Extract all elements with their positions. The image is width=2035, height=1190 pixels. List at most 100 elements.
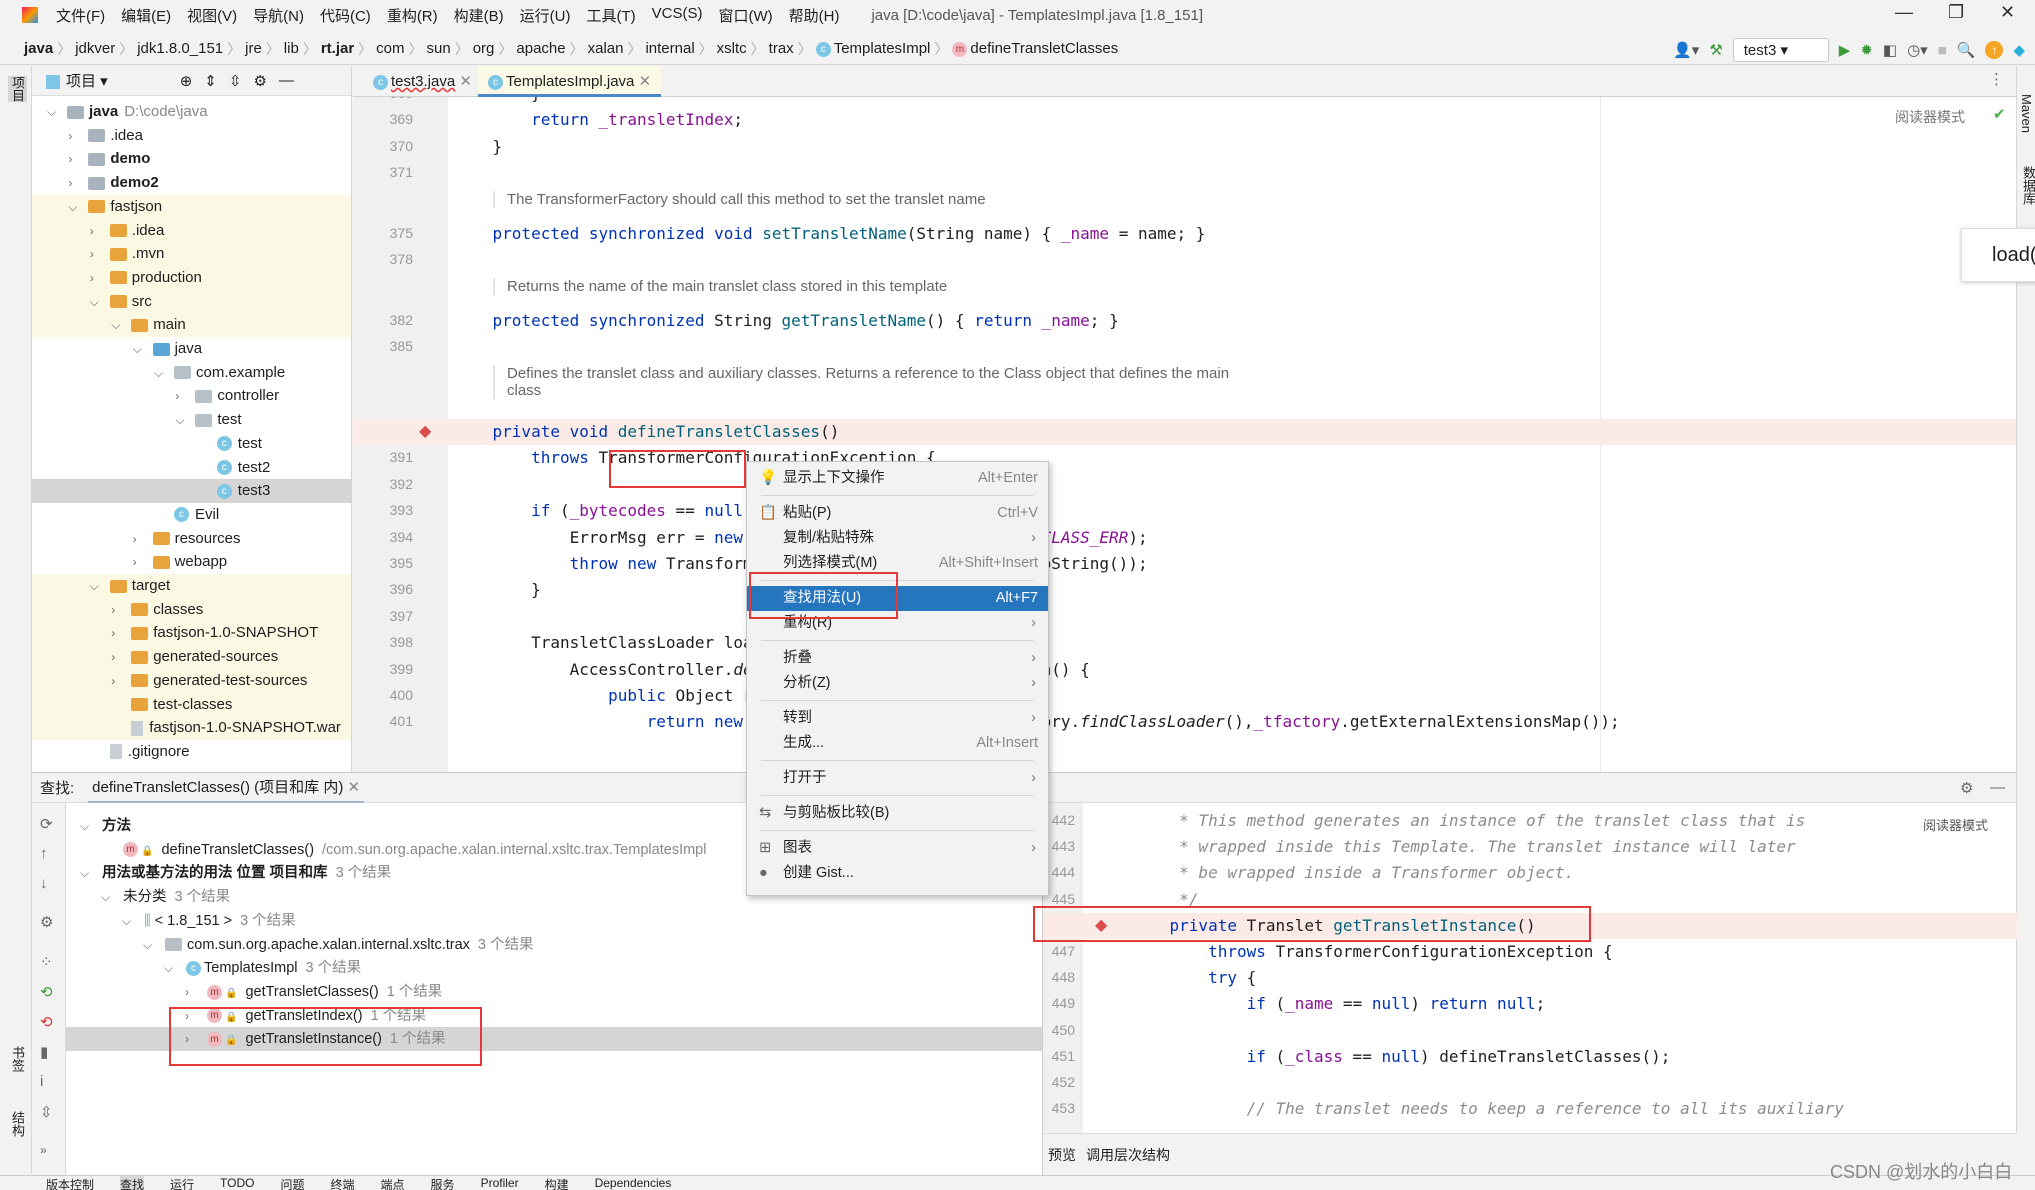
tree-item[interactable]: › .idea: [32, 218, 351, 243]
tab-test3-java[interactable]: c test3.java ✕: [363, 66, 482, 97]
chevron-right-icon[interactable]: ›: [68, 171, 72, 195]
chevron-down-icon[interactable]: ⌵: [90, 574, 99, 598]
chevron-down-icon[interactable]: ⌵: [80, 861, 89, 885]
project-view-select[interactable]: 项目 ▾: [46, 70, 108, 91]
coverage-icon[interactable]: ◧: [1883, 41, 1897, 59]
context-menu-item[interactable]: 折叠 ›: [747, 646, 1048, 671]
chevron-right-icon[interactable]: ›: [111, 669, 115, 693]
menu-item[interactable]: 重构(R): [379, 5, 446, 26]
tool-window-button[interactable]: 服务: [431, 1176, 455, 1190]
tab-call-hierarchy[interactable]: 调用层次结构: [1086, 1145, 1170, 1165]
restore-icon[interactable]: ❐: [1948, 2, 1964, 23]
tree-item[interactable]: › demo: [32, 147, 351, 171]
menu-item[interactable]: 窗口(W): [710, 5, 780, 26]
tree-item[interactable]: › generated-test-sources: [32, 668, 351, 693]
breadcrumb-item[interactable]: com: [372, 40, 408, 57]
bookmarks-tool-button[interactable]: 书签: [8, 1046, 27, 1072]
next-occurrence-icon[interactable]: ↓: [40, 875, 48, 892]
project-tool-button[interactable]: 项目: [8, 76, 27, 102]
tool-window-button[interactable]: 终端: [331, 1176, 355, 1190]
chevron-right-icon[interactable]: ›: [68, 147, 72, 171]
breadcrumb-item[interactable]: apache: [512, 40, 569, 57]
tree-item[interactable]: ⌵ main: [32, 313, 351, 338]
chevron-down-icon[interactable]: ⌵: [133, 337, 142, 361]
close-icon[interactable]: ✕: [2000, 2, 2015, 23]
chevron-down-icon[interactable]: ⌵: [164, 956, 173, 980]
find-result-row[interactable]: ⌵ c TemplatesImpl 3 个结果: [66, 956, 1075, 980]
chevron-right-icon[interactable]: ›: [68, 124, 72, 148]
usages-write-icon[interactable]: ⟲: [40, 1013, 53, 1031]
menu-item[interactable]: 构建(B): [446, 5, 512, 26]
reader-mode-toggle[interactable]: 阅读器模式: [1895, 107, 1965, 127]
tree-item[interactable]: ⌵ fastjson: [32, 194, 351, 219]
context-menu-item[interactable]: 打开于 ›: [747, 766, 1048, 791]
breadcrumb-item[interactable]: jdk1.8.0_151: [133, 40, 227, 57]
code-editor[interactable]: 3683693703713753783823853903913923933943…: [353, 97, 2016, 772]
group-by-file-icon[interactable]: ▮: [40, 1043, 48, 1061]
breadcrumb-item[interactable]: trax: [765, 40, 798, 57]
hide-panel-icon[interactable]: —: [1990, 779, 2005, 796]
breadcrumb-item[interactable]: jre: [241, 40, 266, 57]
build-hammer-icon[interactable]: ⚒: [1709, 41, 1722, 59]
settings-icon[interactable]: ⚙: [40, 913, 53, 931]
gear-icon[interactable]: ⚙: [1960, 779, 1973, 797]
chevron-right-icon[interactable]: ›: [90, 266, 94, 290]
menu-item[interactable]: 工具(T): [578, 5, 643, 26]
menu-item[interactable]: 导航(N): [245, 5, 312, 26]
breakpoint-icon[interactable]: ◆: [419, 421, 431, 441]
tree-item[interactable]: › .mvn: [32, 242, 351, 267]
context-menu-item[interactable]: ⊞ 图表 ›: [747, 836, 1048, 861]
tree-item[interactable]: ⌵ java: [32, 337, 351, 361]
context-menu-item[interactable]: 💡 显示上下文操作 Alt+Enter: [747, 466, 1048, 491]
minimize-icon[interactable]: —: [1895, 2, 1913, 23]
tree-item[interactable]: ⌵ target: [32, 574, 351, 598]
menu-item[interactable]: 运行(U): [512, 5, 579, 26]
tool-window-button[interactable]: Profiler: [481, 1176, 519, 1190]
context-menu-item[interactable]: 生成... Alt+Insert: [747, 731, 1048, 756]
chevron-down-icon[interactable]: ⌵: [175, 408, 184, 432]
more-tabs-icon[interactable]: ⋮: [1989, 70, 2004, 88]
hide-icon[interactable]: —: [279, 72, 294, 89]
tree-item[interactable]: ⌵ test: [32, 408, 351, 432]
breadcrumb-item[interactable]: sun: [423, 40, 455, 57]
chevron-down-icon[interactable]: ⌵: [101, 885, 110, 909]
context-menu-item[interactable]: 📋 粘贴(P) Ctrl+V: [747, 501, 1048, 526]
menu-item[interactable]: 文件(F): [48, 5, 113, 26]
tool-window-button[interactable]: TODO: [220, 1176, 254, 1190]
stop-icon[interactable]: ■: [1938, 42, 1947, 59]
breadcrumb-item[interactable]: rt.jar: [317, 40, 358, 57]
close-tab-icon[interactable]: ✕: [348, 779, 361, 796]
maven-tool-button[interactable]: Maven: [2019, 94, 2034, 133]
collapse-all-icon[interactable]: ⇳: [229, 72, 242, 90]
chevron-right-icon[interactable]: ›: [185, 980, 189, 1004]
tree-item[interactable]: › generated-sources: [32, 645, 351, 670]
more-icon[interactable]: »: [40, 1143, 47, 1157]
user-icon[interactable]: 👤▾: [1673, 41, 1699, 59]
run-config-select[interactable]: test3 ▾: [1732, 38, 1829, 62]
tool-window-button[interactable]: Dependencies: [595, 1176, 672, 1190]
context-menu-item[interactable]: 转到 ›: [747, 706, 1048, 731]
rerun-icon[interactable]: ⟳: [40, 815, 53, 833]
breadcrumb-item[interactable]: java: [20, 40, 57, 57]
find-result-tab[interactable]: defineTransletClasses() (项目和库 内) ✕: [88, 772, 365, 804]
chevron-down-icon[interactable]: ⌵: [90, 290, 99, 314]
chevron-right-icon[interactable]: ›: [133, 550, 137, 574]
update-icon[interactable]: ↑: [1985, 41, 2004, 59]
chevron-right-icon[interactable]: ›: [133, 527, 137, 551]
expand-all-icon[interactable]: ⇕: [204, 72, 217, 90]
tree-item[interactable]: test-classes: [32, 692, 351, 717]
run-icon[interactable]: ▶: [1839, 41, 1851, 59]
tree-item[interactable]: › webapp: [32, 550, 351, 574]
breadcrumb-item[interactable]: c TemplatesImpl: [812, 40, 935, 57]
database-tool-button[interactable]: 数据库: [2019, 166, 2035, 205]
chevron-right-icon[interactable]: ›: [111, 645, 115, 669]
menu-item[interactable]: 帮助(H): [781, 5, 848, 26]
menu-item[interactable]: VCS(S): [644, 5, 711, 26]
close-tab-icon[interactable]: ✕: [639, 73, 652, 90]
group-icon[interactable]: ⁘: [40, 953, 53, 971]
chevron-down-icon[interactable]: ⌵: [143, 933, 152, 957]
debug-icon[interactable]: ✹: [1860, 41, 1873, 59]
tree-item[interactable]: › production: [32, 265, 351, 290]
usages-read-icon[interactable]: ⟲: [40, 983, 53, 1001]
find-result-row[interactable]: ⌵ com.sun.org.apache.xalan.internal.xsltc…: [66, 933, 1075, 957]
